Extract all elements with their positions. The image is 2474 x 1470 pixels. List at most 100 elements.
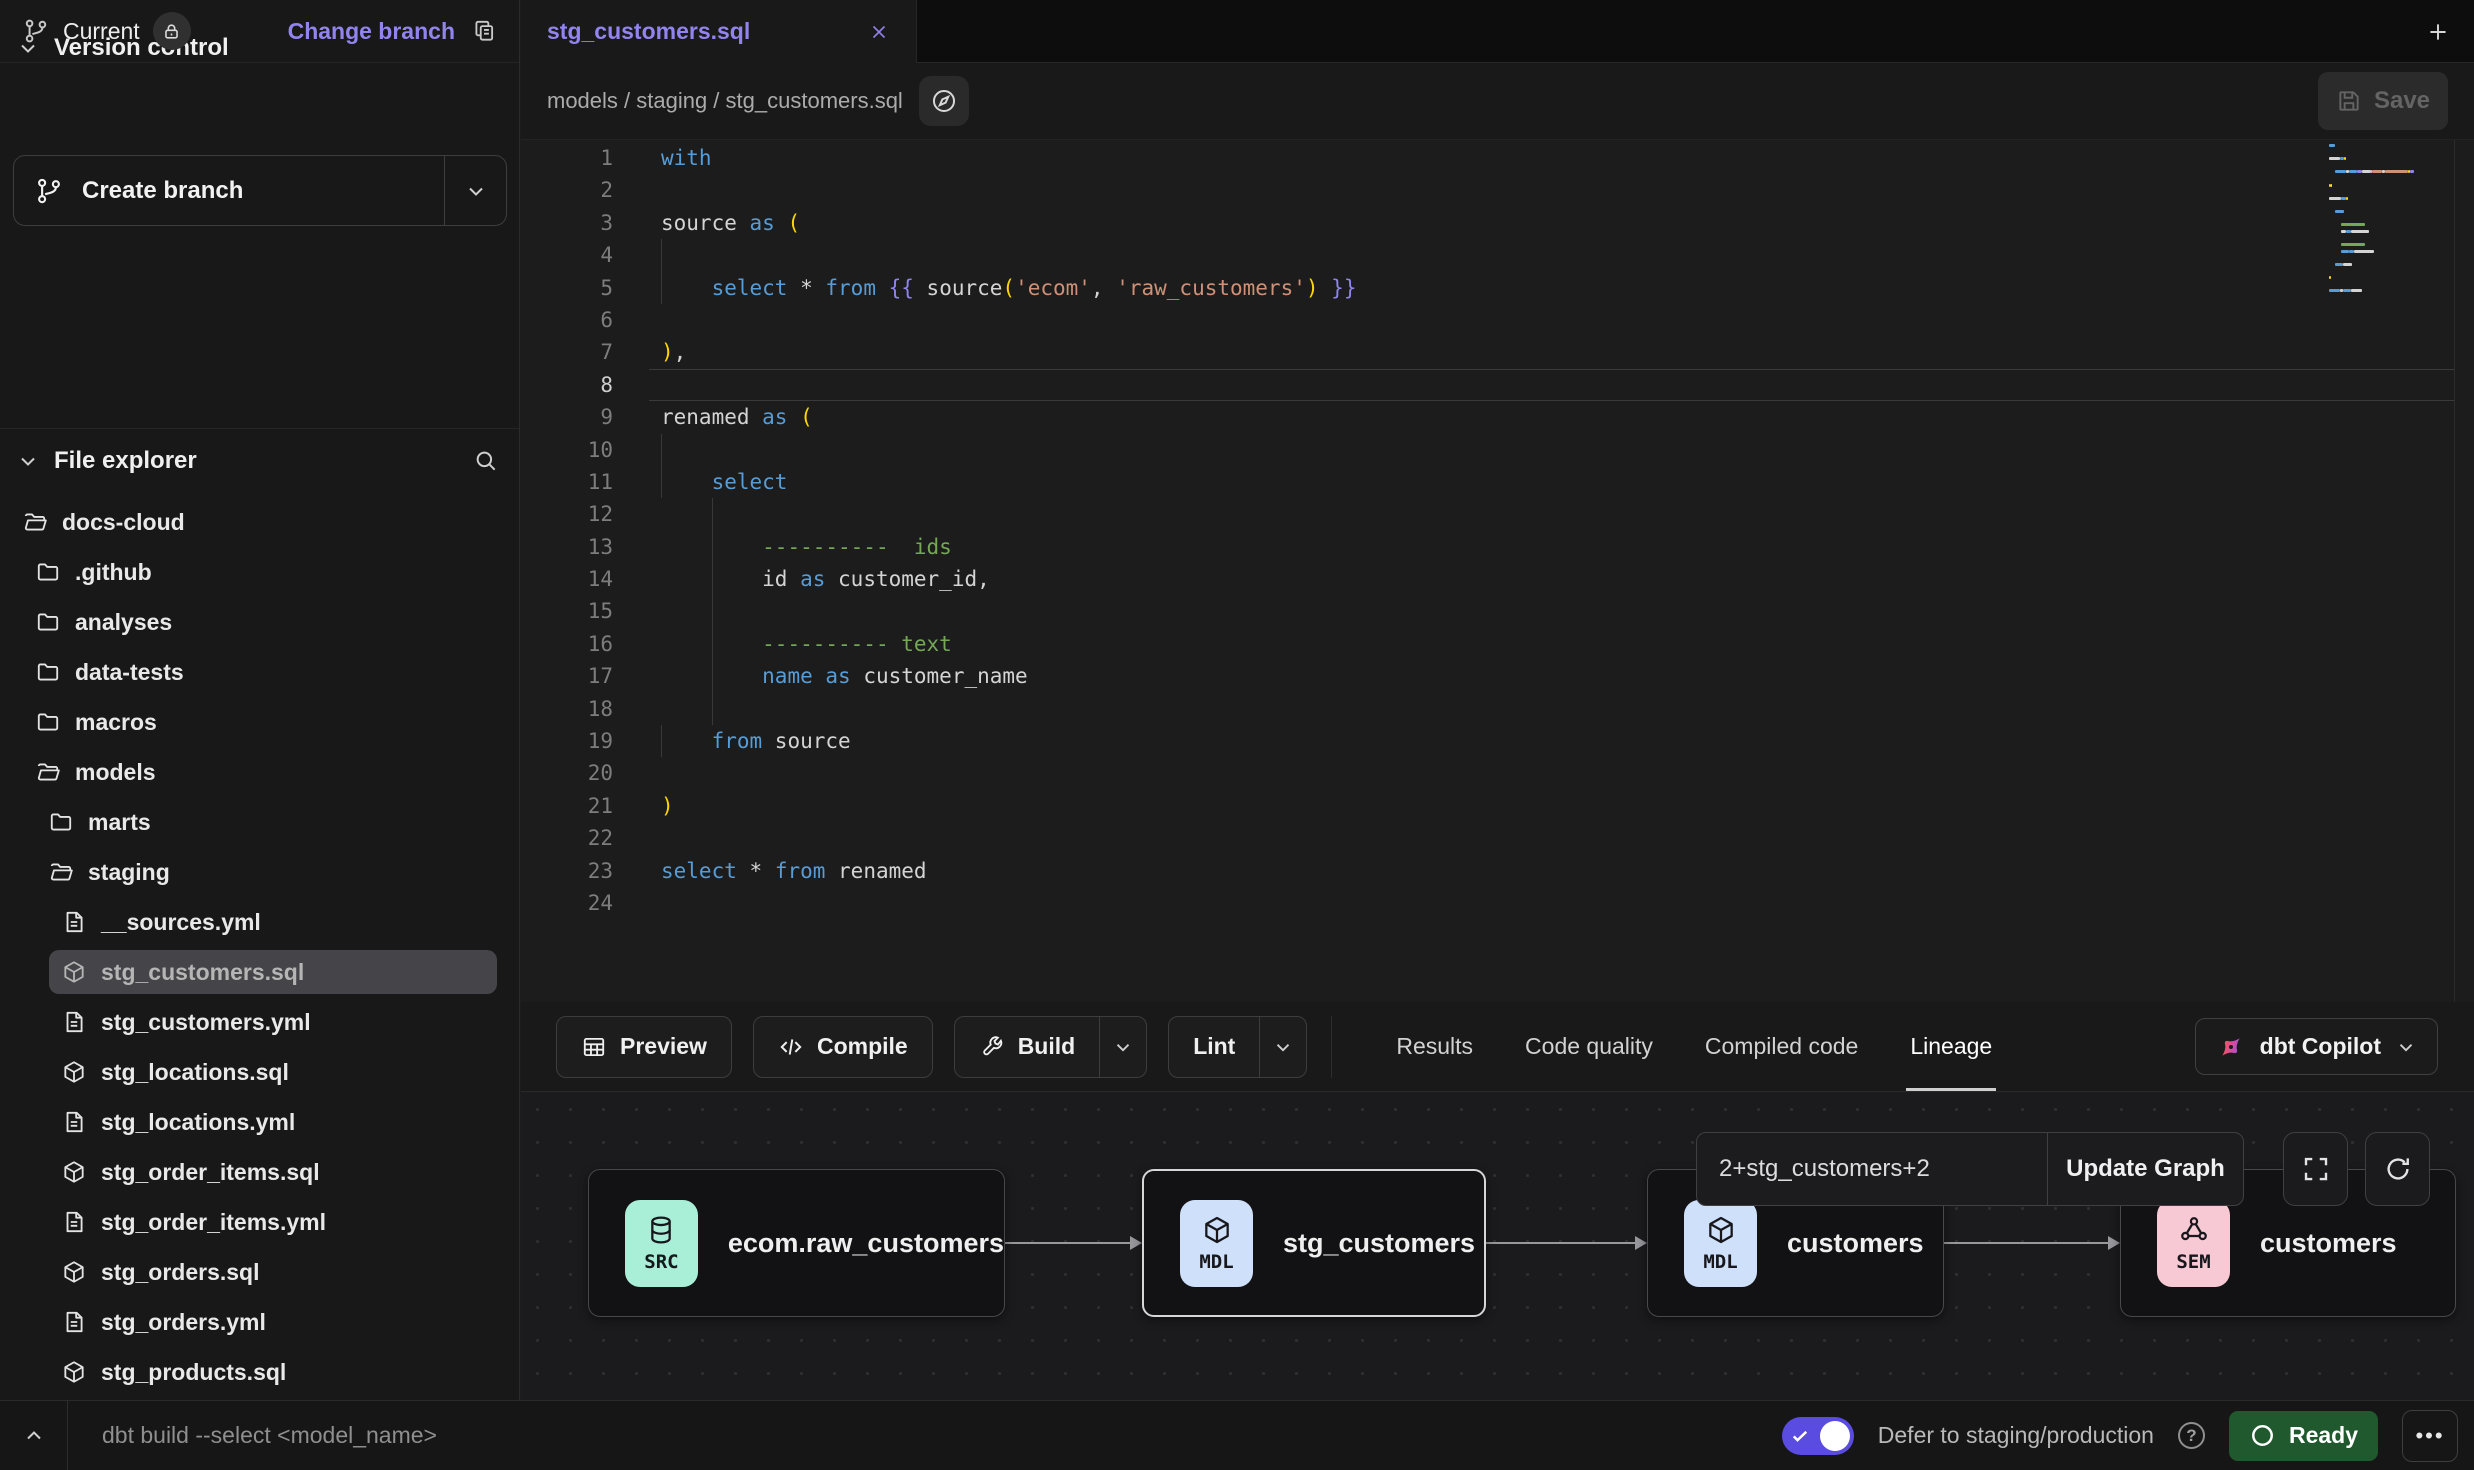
search-icon[interactable] (473, 448, 499, 474)
code-line-18[interactable] (649, 693, 2455, 725)
copy-icon[interactable] (471, 18, 497, 44)
lint-main[interactable]: Lint (1169, 1017, 1259, 1077)
file-tree-item-docs-cloud[interactable]: docs-cloud (0, 497, 519, 547)
code-line-19[interactable]: from source (649, 725, 2455, 757)
file-tree-item-macros[interactable]: macros (0, 697, 519, 747)
editor-code[interactable]: with source as ( select * from {{ source(… (649, 142, 2455, 919)
code-line-4[interactable] (649, 239, 2455, 271)
code-line-22[interactable] (649, 822, 2455, 854)
code-line-2[interactable] (649, 174, 2455, 206)
save-button[interactable]: Save (2318, 72, 2448, 130)
file-tree-item-stg_locations.yml[interactable]: stg_locations.yml (0, 1097, 519, 1147)
change-branch-link[interactable]: Change branch (288, 18, 455, 45)
ready-status-button[interactable]: Ready (2229, 1411, 2378, 1461)
build-main[interactable]: Build (955, 1017, 1100, 1077)
file-tree-item-stg_locations.sql[interactable]: stg_locations.sql (0, 1047, 519, 1097)
file-name: stg_locations.sql (101, 1059, 289, 1086)
code-line-12[interactable] (649, 498, 2455, 530)
close-icon[interactable] (868, 21, 890, 43)
code-line-14[interactable]: id as customer_id, (649, 563, 2455, 595)
file-name: stg_customers.yml (101, 1009, 311, 1036)
lint-dropdown[interactable] (1259, 1017, 1306, 1077)
code-line-8[interactable] (649, 369, 2455, 401)
file-name: staging (88, 859, 170, 886)
collapse-panel-button[interactable] (0, 1401, 68, 1470)
build-dropdown[interactable] (1099, 1017, 1146, 1077)
file-tree-item-analyses[interactable]: analyses (0, 597, 519, 647)
line-number: 8 (521, 369, 613, 401)
file-explorer-header[interactable]: File explorer (0, 429, 519, 493)
lineage-node-stg_customers[interactable]: MDLstg_customers (1142, 1169, 1486, 1317)
file-tree-item-marts[interactable]: marts (0, 797, 519, 847)
code-line-15[interactable] (649, 595, 2455, 627)
fullscreen-button[interactable] (2283, 1132, 2348, 1206)
panel-tab-lineage[interactable]: Lineage (1884, 1002, 2018, 1091)
file-tree-item-stg_customers.sql[interactable]: stg_customers.sql (0, 947, 519, 997)
dbt-copilot-button[interactable]: dbt Copilot (2195, 1018, 2438, 1075)
line-number: 11 (521, 466, 613, 498)
refresh-button[interactable] (2365, 1132, 2430, 1206)
file-tree-item-models[interactable]: models (0, 747, 519, 797)
panel-tab-results[interactable]: Results (1370, 1002, 1499, 1091)
file-tree-item-stg_products.sql[interactable]: stg_products.sql (0, 1347, 519, 1397)
more-options-button[interactable]: ••• (2402, 1410, 2458, 1462)
file-explorer-title: File explorer (54, 447, 197, 475)
code-line-16[interactable]: ---------- text (649, 628, 2455, 660)
code-line-23[interactable]: select * from renamed (649, 855, 2455, 887)
current-branch-label: Current (63, 18, 140, 45)
lineage-compass-icon[interactable] (919, 76, 969, 126)
table-icon (581, 1034, 607, 1060)
code-line-24[interactable] (649, 887, 2455, 919)
editor-minimap[interactable] (2329, 144, 2445, 302)
code-line-7[interactable]: ), (649, 336, 2455, 368)
semantic-icon (2178, 1214, 2210, 1246)
lineage-selector-input[interactable]: 2+stg_customers+2 (1697, 1133, 2047, 1205)
git-branch-icon (34, 176, 64, 206)
create-branch-dropdown[interactable] (444, 156, 506, 225)
file-tree-item-stg_orders.sql[interactable]: stg_orders.sql (0, 1247, 519, 1297)
code-line-1[interactable]: with (649, 142, 2455, 174)
file-tree-item-.github[interactable]: .github (0, 547, 519, 597)
command-input[interactable]: dbt build --select <model_name> (68, 1422, 1782, 1449)
save-label: Save (2374, 87, 2430, 115)
new-tab-button[interactable] (2420, 14, 2456, 50)
file-tree-item-stg_order_items.sql[interactable]: stg_order_items.sql (0, 1147, 519, 1197)
line-number: 10 (521, 434, 613, 466)
code-line-3[interactable]: source as ( (649, 207, 2455, 239)
lineage-node-ecom.raw_customers[interactable]: SRCecom.raw_customers (588, 1169, 1005, 1317)
lineage-graph[interactable]: SRCecom.raw_customersMDLstg_customersMDL… (521, 1093, 2474, 1400)
file-tree-item-stg_order_items.yml[interactable]: stg_order_items.yml (0, 1197, 519, 1247)
file-tree-item-data-tests[interactable]: data-tests (0, 647, 519, 697)
code-line-21[interactable]: ) (649, 790, 2455, 822)
code-line-10[interactable] (649, 434, 2455, 466)
file-tree-item-__sources.yml[interactable]: __sources.yml (0, 897, 519, 947)
line-number: 19 (521, 725, 613, 757)
preview-button[interactable]: Preview (556, 1016, 732, 1078)
defer-toggle[interactable] (1782, 1417, 1854, 1455)
create-branch-main[interactable]: Create branch (14, 156, 444, 225)
code-editor[interactable]: 123456789101112131415161718192021222324 … (521, 140, 2474, 1002)
dbt-cloud-ide: Current Change branch Version control Cr… (0, 0, 2474, 1470)
file-tree-item-stg_customers.yml[interactable]: stg_customers.yml (0, 997, 519, 1047)
code-line-13[interactable]: ---------- ids (649, 531, 2455, 563)
code-line-11[interactable]: select (649, 466, 2455, 498)
file-tree-item-staging[interactable]: staging (0, 847, 519, 897)
code-line-20[interactable] (649, 757, 2455, 789)
help-icon[interactable]: ? (2178, 1422, 2205, 1449)
code-line-6[interactable] (649, 304, 2455, 336)
file-name: macros (75, 709, 157, 736)
file-name: data-tests (75, 659, 184, 686)
code-line-5[interactable]: select * from {{ source('ecom', 'raw_cus… (649, 272, 2455, 304)
file-name: .github (75, 559, 152, 586)
main-area: stg_customers.sql models / staging / stg… (521, 0, 2474, 1400)
panel-tab-code-quality[interactable]: Code quality (1499, 1002, 1679, 1091)
tab-stg-customers-sql[interactable]: stg_customers.sql (521, 0, 917, 63)
file-tree-item-stg_orders.yml[interactable]: stg_orders.yml (0, 1297, 519, 1347)
result-panel-tabs: ResultsCode qualityCompiled codeLineage (1370, 1002, 2018, 1091)
code-line-17[interactable]: name as customer_name (649, 660, 2455, 692)
panel-tab-compiled-code[interactable]: Compiled code (1679, 1002, 1884, 1091)
code-line-9[interactable]: renamed as ( (649, 401, 2455, 433)
editor-scrollbar[interactable] (2454, 140, 2455, 1002)
compile-button[interactable]: Compile (753, 1016, 933, 1078)
update-graph-button[interactable]: Update Graph (2047, 1133, 2243, 1205)
